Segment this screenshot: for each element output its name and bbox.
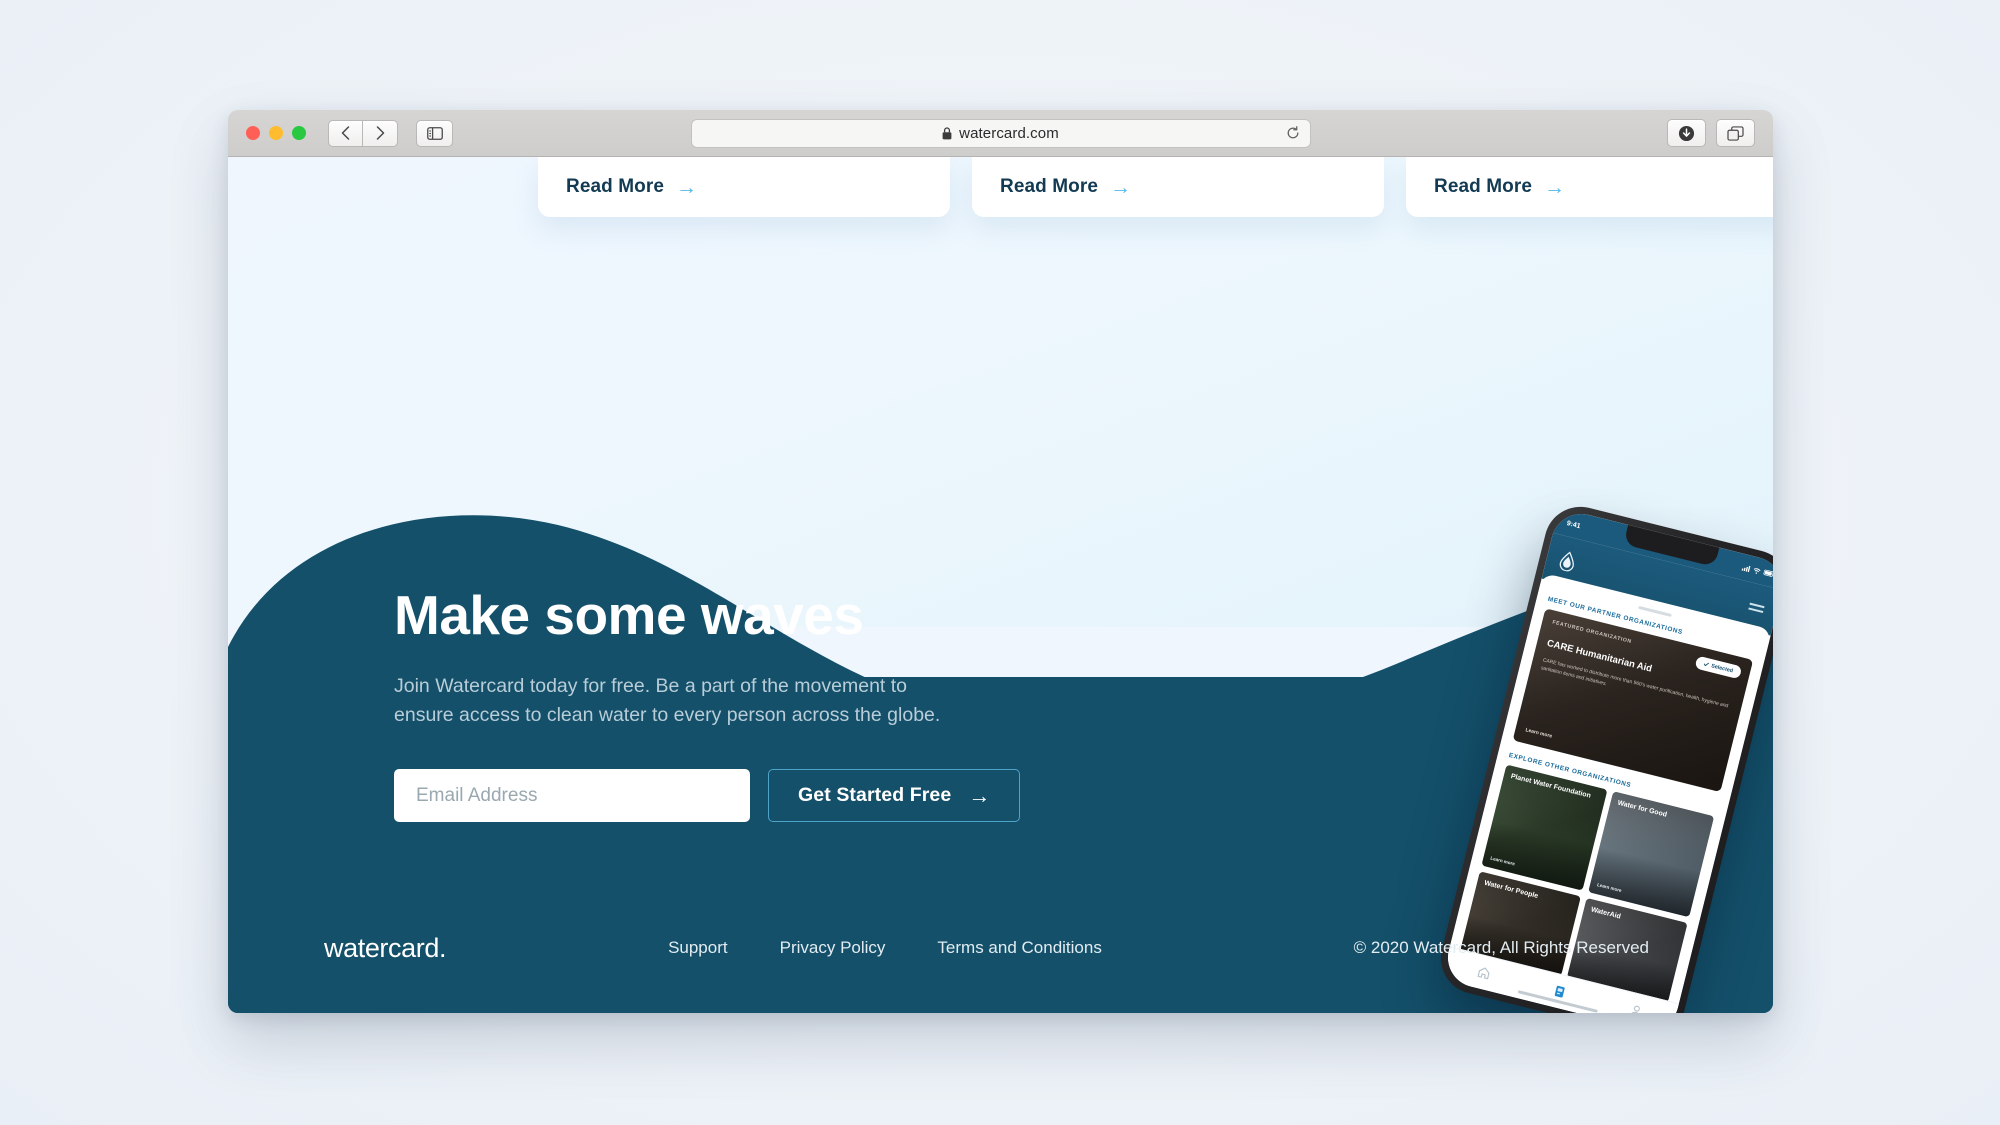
battery-icon bbox=[1763, 569, 1773, 577]
navigation-buttons bbox=[328, 119, 398, 147]
page-title: Make some waves bbox=[394, 584, 864, 646]
arrow-right-icon: → bbox=[676, 175, 698, 199]
arrow-right-icon: → bbox=[968, 782, 991, 808]
back-button[interactable] bbox=[328, 119, 363, 147]
article-card[interactable]: Read More → bbox=[1406, 157, 1773, 217]
article-card[interactable]: Read More → bbox=[538, 157, 950, 217]
chevron-left-icon bbox=[341, 126, 350, 140]
signal-icon bbox=[1741, 565, 1751, 572]
featured-learn-more-link[interactable]: Learn more bbox=[1525, 727, 1553, 739]
reload-icon bbox=[1287, 126, 1298, 139]
sidebar-toggle-button[interactable] bbox=[416, 119, 453, 147]
hero-subtitle: Join Watercard today for free. Be a part… bbox=[394, 674, 941, 726]
download-icon bbox=[1678, 125, 1695, 141]
hamburger-menu-icon[interactable] bbox=[1748, 603, 1765, 613]
url-text: watercard.com bbox=[959, 124, 1059, 142]
read-more-link[interactable]: Read More → bbox=[1000, 176, 1131, 198]
reload-button[interactable] bbox=[1286, 126, 1300, 140]
tab-overview-button[interactable] bbox=[1716, 119, 1755, 147]
lock-icon bbox=[942, 126, 952, 139]
footer-link-privacy-policy[interactable]: Privacy Policy bbox=[780, 938, 886, 958]
sheet-drag-handle[interactable] bbox=[1638, 605, 1672, 617]
read-more-label: Read More bbox=[1434, 176, 1533, 197]
desktop-backdrop: watercard.com Read More → Read More → Re… bbox=[0, 0, 2000, 1125]
selected-badge-label: Selected bbox=[1710, 662, 1734, 674]
window-controls bbox=[246, 126, 306, 140]
arrow-right-icon: → bbox=[1544, 175, 1566, 199]
wifi-icon bbox=[1753, 567, 1761, 574]
toolbar-right-tools bbox=[1667, 119, 1755, 147]
downloads-button[interactable] bbox=[1667, 119, 1706, 147]
chevron-right-icon bbox=[376, 126, 384, 140]
close-window-button[interactable] bbox=[246, 126, 260, 140]
article-cards-row: Read More → Read More → Read More → bbox=[228, 157, 1773, 217]
article-card[interactable]: Read More → bbox=[972, 157, 1384, 217]
forward-button[interactable] bbox=[363, 119, 398, 147]
hero-section: Make some waves Join Watercard today for… bbox=[394, 584, 1114, 823]
browser-toolbar: watercard.com bbox=[228, 110, 1773, 157]
sidebar-icon bbox=[426, 126, 443, 140]
email-field[interactable] bbox=[394, 769, 750, 823]
check-icon bbox=[1703, 662, 1709, 667]
get-started-button[interactable]: Get Started Free → bbox=[768, 769, 1021, 823]
page-viewport: Read More → Read More → Read More → Make… bbox=[228, 157, 1773, 1013]
signup-form: Get Started Free → bbox=[394, 769, 1114, 823]
maximize-window-button[interactable] bbox=[292, 126, 306, 140]
status-time: 9:41 bbox=[1565, 519, 1582, 530]
footer-link-terms-and-conditions[interactable]: Terms and Conditions bbox=[937, 938, 1101, 958]
organization-card[interactable]: Planet Water Foundation Learn more bbox=[1481, 764, 1608, 891]
arrow-right-icon: → bbox=[1110, 175, 1132, 199]
status-icons bbox=[1741, 563, 1773, 578]
read-more-link[interactable]: Read More → bbox=[1434, 176, 1565, 198]
footer-logo[interactable]: watercard. bbox=[324, 933, 446, 964]
read-more-link[interactable]: Read More → bbox=[566, 176, 697, 198]
minimize-window-button[interactable] bbox=[269, 126, 283, 140]
site-footer: watercard. Support Privacy Policy Terms … bbox=[228, 883, 1773, 1013]
copyright-text: © 2020 Watercard, All Rights Reserved bbox=[1353, 938, 1649, 957]
cta-label: Get Started Free bbox=[798, 784, 952, 807]
water-drop-icon bbox=[1559, 551, 1575, 572]
browser-window: watercard.com Read More → Read More → Re… bbox=[228, 110, 1773, 1013]
read-more-label: Read More bbox=[1000, 176, 1099, 197]
address-bar[interactable]: watercard.com bbox=[690, 118, 1311, 148]
footer-link-support[interactable]: Support bbox=[668, 938, 728, 958]
tab-overview-icon bbox=[1727, 125, 1744, 141]
footer-links: Support Privacy Policy Terms and Conditi… bbox=[668, 938, 1102, 958]
read-more-label: Read More bbox=[566, 176, 665, 197]
